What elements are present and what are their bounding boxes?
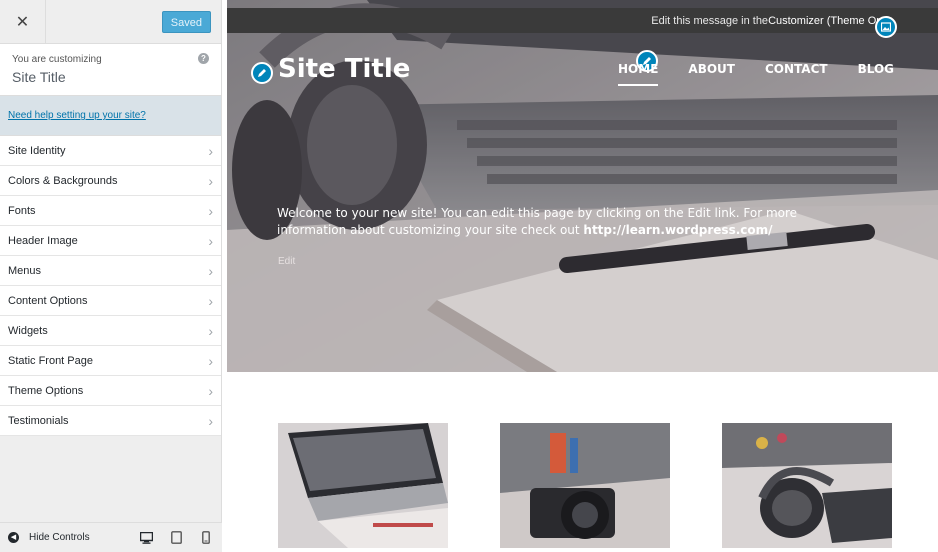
chevron-right-icon: ›	[208, 232, 213, 249]
panel-static-front-page[interactable]: Static Front Page ›	[0, 346, 221, 376]
customizing-info: You are customizing Site Title ?	[0, 44, 221, 96]
chevron-right-icon: ›	[208, 382, 213, 399]
hide-controls-icon[interactable]: ◀	[8, 532, 19, 543]
mobile-icon[interactable]	[198, 530, 214, 546]
thumbnail-headphones[interactable]	[722, 423, 892, 548]
close-icon: ✕	[15, 13, 30, 31]
thumbnail-camera[interactable]	[500, 423, 670, 548]
saved-button[interactable]: Saved	[161, 10, 211, 33]
panel-site-identity[interactable]: Site Identity ›	[0, 136, 221, 166]
nav-item-contact[interactable]: CONTACT	[765, 62, 828, 76]
panel-list: Site Identity › Colors & Backgrounds › F…	[0, 136, 221, 436]
panel-fonts[interactable]: Fonts ›	[0, 196, 221, 226]
panel-testimonials[interactable]: Testimonials ›	[0, 406, 221, 436]
hero-section: Edit this message in the Customizer (The…	[227, 0, 938, 372]
chevron-right-icon: ›	[208, 322, 213, 339]
site-title[interactable]: Site Title	[278, 54, 410, 84]
site-preview: Edit this message in the Customizer (The…	[227, 0, 938, 552]
panel-content-options[interactable]: Content Options ›	[0, 286, 221, 316]
desktop-icon[interactable]	[138, 530, 154, 546]
close-button[interactable]: ✕	[0, 0, 46, 44]
chevron-right-icon: ›	[208, 172, 213, 189]
chevron-right-icon: ›	[208, 412, 213, 429]
panel-label: Testimonials	[8, 414, 69, 427]
help-link[interactable]: Need help setting up your site?	[8, 110, 146, 121]
chevron-right-icon: ›	[208, 142, 213, 159]
image-icon[interactable]	[875, 16, 897, 38]
hero-text: Welcome to your new site! You can edit t…	[277, 205, 857, 239]
customizing-title: Site Title	[12, 69, 66, 85]
panel-label: Widgets	[8, 324, 48, 337]
panel-label: Fonts	[8, 204, 36, 217]
panel-label: Colors & Backgrounds	[8, 174, 118, 187]
edit-link[interactable]: Edit	[278, 256, 295, 267]
panel-label: Site Identity	[8, 144, 66, 157]
panel-widgets[interactable]: Widgets ›	[0, 316, 221, 346]
panel-menus[interactable]: Menus ›	[0, 256, 221, 286]
nav-item-blog[interactable]: BLOG	[858, 62, 894, 76]
panel-label: Content Options	[8, 294, 88, 307]
panel-label: Theme Options	[8, 384, 84, 397]
panel-theme-options[interactable]: Theme Options ›	[0, 376, 221, 406]
chevron-right-icon: ›	[208, 292, 213, 309]
customizing-label: You are customizing	[12, 54, 102, 65]
sidebar-footer: ◀ Hide Controls	[0, 522, 222, 552]
help-icon[interactable]: ?	[198, 53, 209, 64]
hide-controls-button[interactable]: Hide Controls	[29, 532, 90, 543]
sidebar-header: ✕ Saved	[0, 0, 221, 44]
panel-label: Static Front Page	[8, 354, 93, 367]
panel-label: Menus	[8, 264, 42, 277]
notice-prefix: Edit this message in the	[651, 14, 769, 27]
panel-header-image[interactable]: Header Image ›	[0, 226, 221, 256]
help-bar: Need help setting up your site?	[0, 96, 221, 136]
panel-colors-backgrounds[interactable]: Colors & Backgrounds ›	[0, 166, 221, 196]
chevron-right-icon: ›	[208, 262, 213, 279]
tablet-icon[interactable]	[168, 530, 184, 546]
main-navigation: HOME ABOUT CONTACT BLOG	[618, 62, 938, 86]
pencil-icon[interactable]	[251, 62, 273, 84]
hero-link[interactable]: http://learn.wordpress.com/	[583, 223, 772, 237]
panel-label: Header Image	[8, 234, 78, 247]
nav-item-about[interactable]: ABOUT	[688, 62, 735, 76]
chevron-right-icon: ›	[208, 202, 213, 219]
nav-item-home[interactable]: HOME	[618, 62, 659, 86]
customizer-sidebar: ✕ Saved You are customizing Site Title ?…	[0, 0, 222, 552]
notice-bar: Edit this message in the Customizer (The…	[227, 8, 938, 33]
thumbnail-laptop[interactable]	[278, 423, 448, 548]
chevron-right-icon: ›	[208, 352, 213, 369]
